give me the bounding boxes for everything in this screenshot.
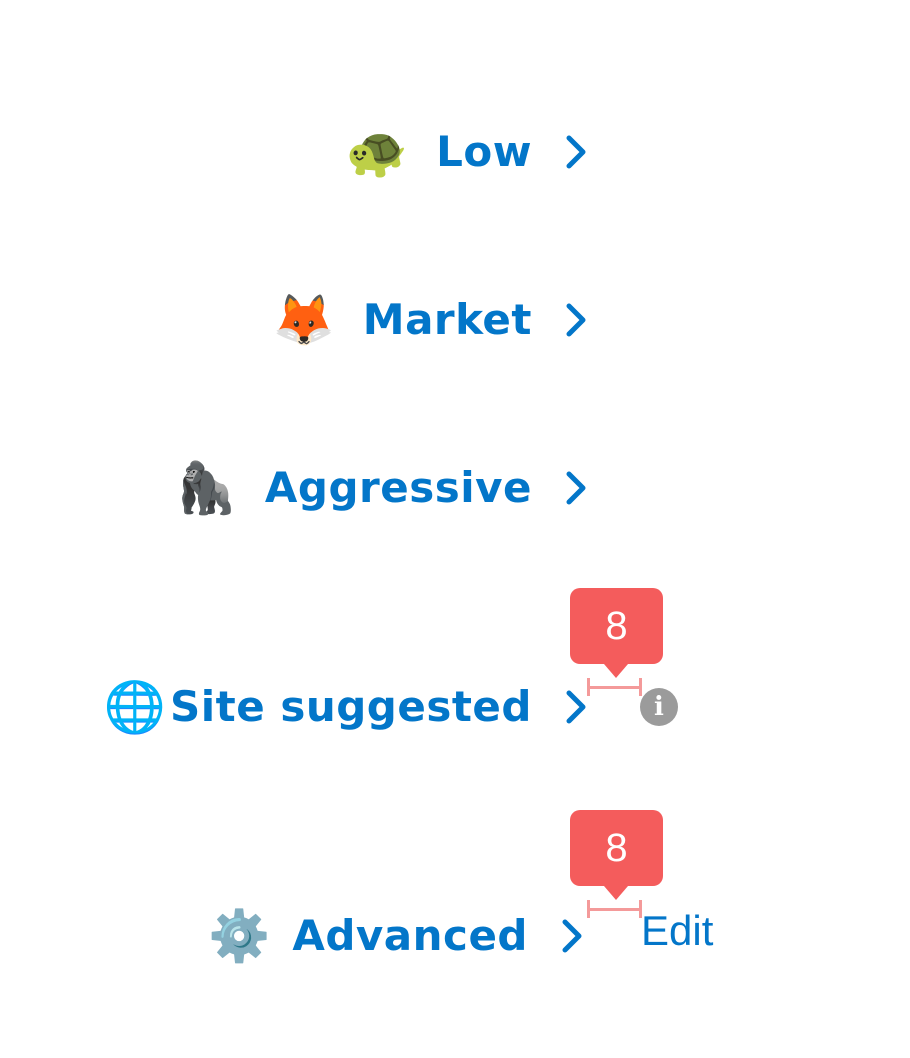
chevron-right-icon [560,468,592,508]
spacing-measure-line [587,900,642,918]
gorilla-icon: 🦍 [174,459,237,517]
option-label-advanced: Advanced [292,911,528,960]
chevron-right-icon [560,132,592,172]
chevron-right-icon [560,300,592,340]
spacing-measure-badge: 8 [570,588,663,678]
globe-icon: 🌐 [103,678,167,736]
info-icon[interactable]: i [640,688,678,726]
option-row-site-suggested[interactable]: 🌐 Site suggested [0,667,910,747]
option-row-aggressive[interactable]: 🦍 Aggressive [0,448,910,528]
option-label-aggressive: Aggressive [264,463,532,512]
spacing-measure-badge: 8 [570,810,663,900]
chevron-right-icon [556,916,588,956]
option-label-low: Low [436,127,532,176]
option-label-site-suggested: Site suggested [170,682,532,731]
fox-icon: 🦊 [272,291,335,349]
edit-link[interactable]: Edit [641,910,713,952]
option-row-market[interactable]: 🦊 Market [0,280,910,360]
option-row-low[interactable]: 🐢 Low [0,112,910,192]
option-label-market: Market [362,295,532,344]
option-row-advanced[interactable]: ⚙️ Advanced [0,896,910,976]
gear-icon: ⚙️ [208,907,271,965]
spacing-measure-line [587,678,642,696]
turtle-icon: 🐢 [345,123,409,181]
